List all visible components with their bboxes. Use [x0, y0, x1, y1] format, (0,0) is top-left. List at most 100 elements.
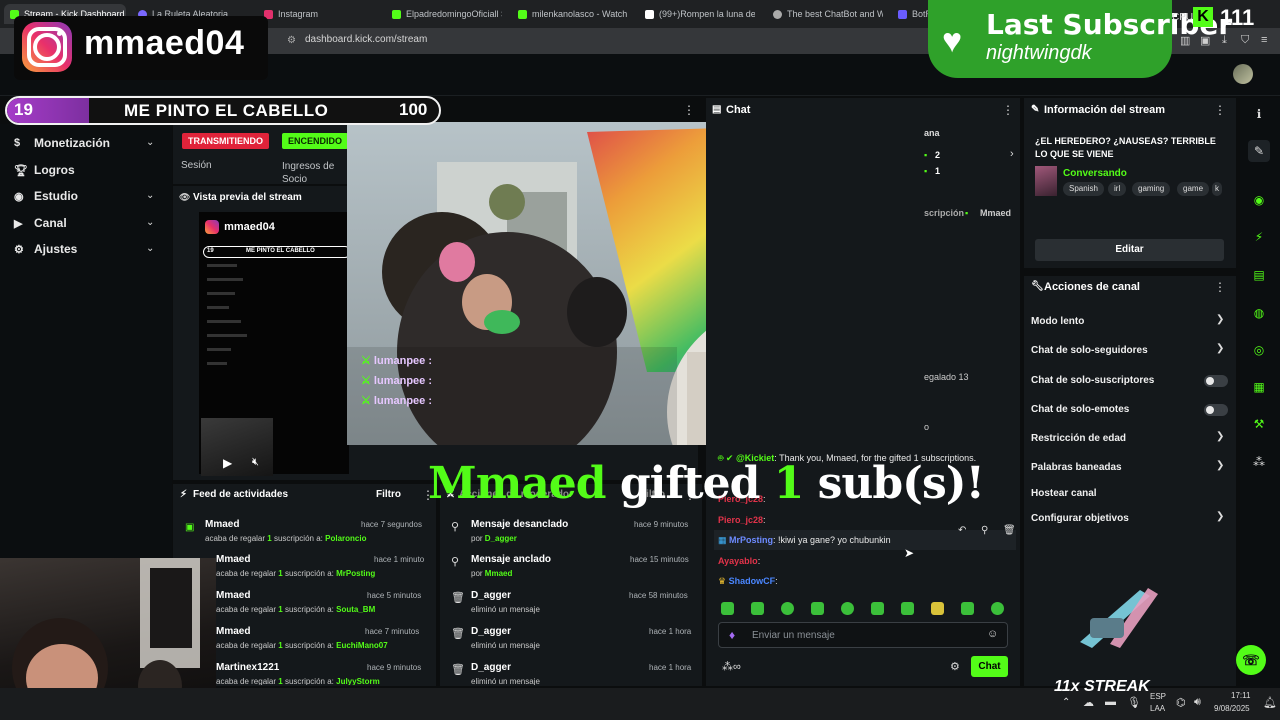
reply-icon[interactable]: ↶ — [958, 525, 966, 536]
trash-icon[interactable]: 🗑︎ — [1003, 525, 1016, 536]
emote-icon[interactable] — [721, 602, 734, 615]
tab-elpadredomingo[interactable]: ElpadredomingoOficiall St — [392, 4, 502, 24]
emote-icon[interactable] — [961, 602, 974, 615]
feed-user[interactable]: Mmaed — [216, 554, 250, 565]
lightning-icon[interactable]: ⚡︎ — [1248, 226, 1270, 248]
emotes-only-toggle[interactable] — [1204, 404, 1228, 416]
mod-action[interactable]: D_agger — [471, 590, 511, 601]
feed-target[interactable]: MrPosting — [336, 569, 375, 578]
feed-user[interactable]: Mmaed — [205, 519, 239, 530]
site-info-icon[interactable]: ⚙ — [287, 35, 296, 46]
action-followers-only[interactable]: Chat de solo-seguidores — [1031, 345, 1148, 356]
users-icon[interactable]: ⁂ — [1248, 451, 1270, 473]
mod-description: eliminó un mensaje — [471, 677, 540, 685]
kebab-menu-icon[interactable]: ⋮ — [1214, 103, 1226, 117]
camera-icon[interactable]: ◉ — [1248, 189, 1270, 211]
tab-milenka[interactable]: milenkanolasco - Watch c — [518, 4, 628, 24]
chevron-right-icon[interactable]: › — [1010, 148, 1014, 160]
kebab-menu-icon[interactable]: ⋮ — [1214, 280, 1226, 294]
category-name[interactable]: Conversando — [1063, 168, 1127, 179]
pencil-icon[interactable]: ✎ — [1248, 140, 1270, 162]
chat-title: Chat — [726, 104, 751, 116]
clock-time[interactable]: 17:11 — [1231, 691, 1250, 700]
feed-target[interactable]: Polaroncio — [325, 534, 366, 543]
play-icon[interactable]: ▶ — [223, 456, 232, 470]
chat-username[interactable]: Piero_jc28 — [718, 515, 763, 525]
send-chat-button[interactable]: Chat — [971, 656, 1008, 677]
mod-action[interactable]: D_agger — [471, 626, 511, 637]
emote-icon[interactable] — [931, 602, 944, 615]
emote-icon[interactable] — [811, 602, 824, 615]
filter-button[interactable]: Filtro — [376, 489, 401, 500]
feed-target[interactable]: EuchiMano07 — [336, 641, 388, 650]
chat-username[interactable]: Ayayablo — [718, 556, 758, 566]
mod-user[interactable]: D_agger — [485, 534, 517, 543]
sidebar-item-monetizacion[interactable]: $ Monetización — [14, 136, 110, 150]
wifi-icon[interactable]: ⌬ — [1176, 696, 1186, 709]
info-icon[interactable]: ℹ — [1248, 103, 1270, 125]
sidebar-item-canal[interactable]: ▶ Canal — [14, 216, 67, 230]
feed-user[interactable]: Mmaed — [216, 626, 250, 637]
gear-icon[interactable]: ⚙ — [950, 660, 960, 673]
notification-icon[interactable]: 🔔︎ — [1263, 696, 1277, 709]
action-banned-words[interactable]: Palabras baneadas — [1031, 462, 1122, 473]
language-label[interactable]: ESP — [1150, 692, 1166, 701]
kebab-menu-icon[interactable]: ⋮ — [683, 103, 695, 117]
shield-icon[interactable]: ⛉ — [1241, 34, 1249, 47]
emote-icon[interactable] — [781, 602, 794, 615]
chevron-up-icon[interactable]: ⌃ — [1062, 697, 1070, 708]
chat-username[interactable]: ShadowCF — [729, 576, 776, 586]
emote-icon[interactable] — [841, 602, 854, 615]
users-icon[interactable]: ⁂∞ — [722, 660, 741, 673]
broadcast-icon[interactable]: ◎ — [1248, 339, 1270, 361]
url-field[interactable]: dashboard.kick.com/stream — [305, 34, 427, 45]
mod-action[interactable]: D_agger — [471, 662, 511, 673]
kebab-menu-icon[interactable]: ⋮ — [1002, 103, 1014, 117]
chat-icon[interactable]: ◍ — [1248, 302, 1270, 324]
mic-icon[interactable]: 🎙︎ — [1127, 696, 1141, 709]
chevron-right-icon[interactable]: ❯ — [1216, 314, 1224, 325]
rocket-icon[interactable]: ♦ — [729, 628, 735, 642]
language-label-2[interactable]: LAA — [1150, 704, 1165, 713]
chat-input[interactable]: ♦ Enviar un mensaje ☺ — [718, 622, 1008, 648]
mute-icon[interactable]: 🔇︎ — [252, 456, 259, 469]
app-tray-icon[interactable]: ▬ — [1105, 696, 1116, 708]
chevron-right-icon[interactable]: ❯ — [1216, 343, 1224, 354]
chat-username[interactable]: MrPosting — [729, 535, 773, 545]
emote-icon[interactable] — [751, 602, 764, 615]
chevron-right-icon[interactable]: ❯ — [1216, 511, 1224, 522]
cloud-icon[interactable]: ☁ — [1083, 696, 1094, 709]
chevron-right-icon[interactable]: ❯ — [1216, 431, 1224, 442]
volume-icon[interactable]: 🔊︎ — [1194, 696, 1201, 709]
emote-icon[interactable] — [871, 602, 884, 615]
avatar[interactable] — [1233, 64, 1253, 84]
action-host-channel[interactable]: Hostear canal — [1031, 488, 1097, 499]
emote-icon[interactable] — [901, 602, 914, 615]
action-configure-goals[interactable]: Configurar objetivos — [1031, 513, 1129, 524]
pin-icon[interactable]: ⚲ — [981, 525, 988, 536]
sidebar-item-logros[interactable]: 🏆︎ Logros — [14, 163, 75, 177]
mod-user[interactable]: Mmaed — [485, 569, 513, 578]
tab-tiktok[interactable]: (99+)Rompen la luna del — [645, 4, 755, 24]
menu-icon[interactable]: ≡ — [1261, 34, 1267, 46]
feed-user[interactable]: Martinex1221 — [216, 662, 279, 673]
feed-target[interactable]: Souta_BM — [336, 605, 375, 614]
clock-date[interactable]: 9/08/2025 — [1214, 704, 1250, 713]
emote-icon[interactable] — [991, 602, 1004, 615]
feed-user[interactable]: Mmaed — [216, 590, 250, 601]
document-icon[interactable]: ▤ — [1248, 264, 1270, 286]
wrench-icon[interactable]: ⚒ — [1248, 413, 1270, 435]
emoji-icon[interactable]: ☺ — [987, 628, 998, 640]
sidebar-item-estudio[interactable]: ◉ Estudio — [14, 189, 78, 203]
feed-target[interactable]: JulyyStorm — [336, 677, 380, 685]
layout-icon[interactable]: ▦ — [1248, 376, 1270, 398]
subs-only-toggle[interactable] — [1204, 375, 1228, 387]
tab-chatbot[interactable]: The best ChatBot and Wi — [773, 4, 883, 24]
tab-instagram[interactable]: Instagram — [264, 4, 374, 24]
sidebar-item-ajustes[interactable]: ⚙ Ajustes — [14, 242, 77, 256]
action-slow-mode[interactable]: Modo lento — [1031, 316, 1084, 327]
support-button[interactable]: ☏ — [1236, 645, 1266, 675]
edit-button[interactable]: Editar — [1035, 239, 1224, 261]
chevron-right-icon[interactable]: ❯ — [1216, 460, 1224, 471]
action-age-restriction[interactable]: Restricción de edad — [1031, 433, 1126, 444]
